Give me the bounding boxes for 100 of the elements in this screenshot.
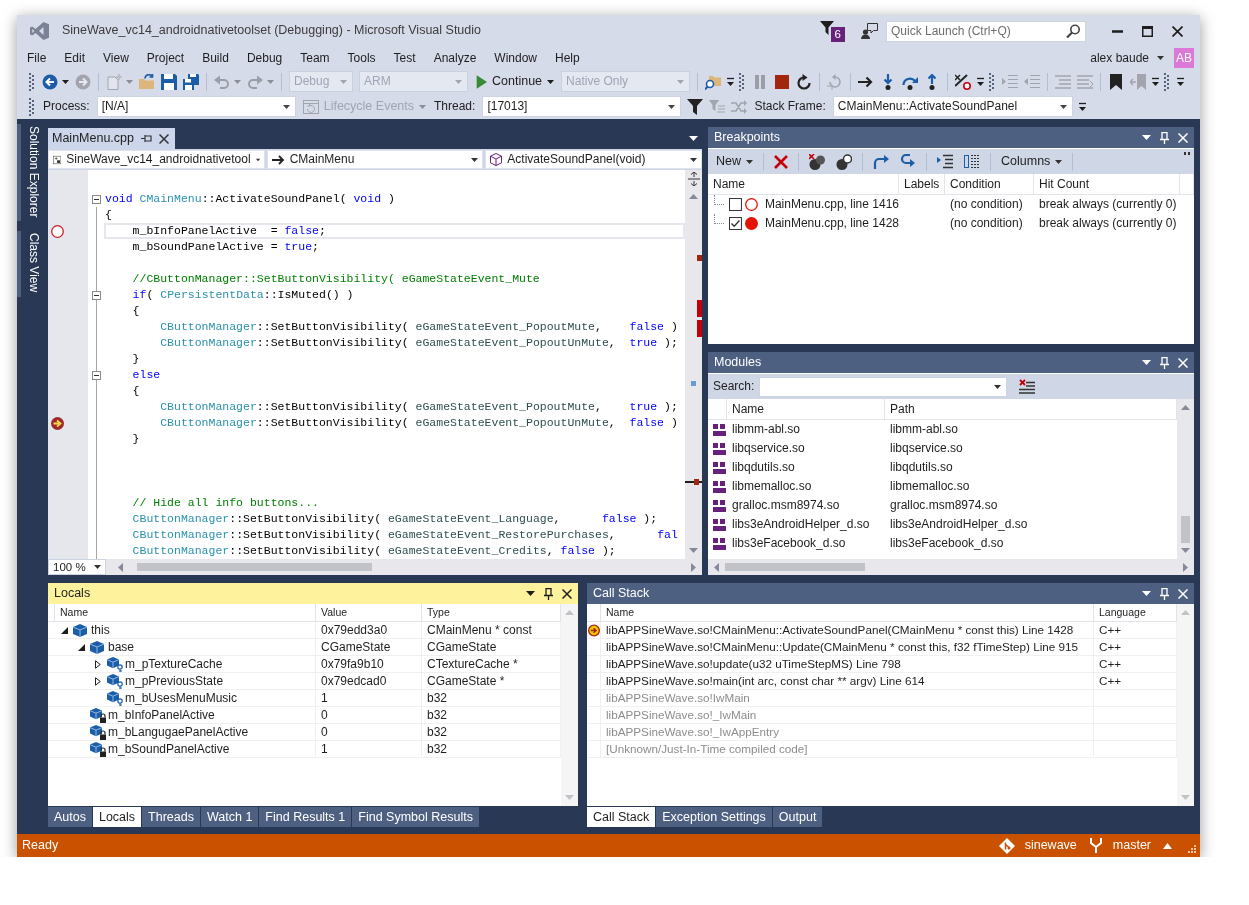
column-header[interactable]: Labels [899,174,945,194]
navigation-dropdown[interactable]: CMainMenu [266,150,484,169]
panel-tab[interactable]: Watch 1 [200,807,259,827]
dropdown-caret-icon[interactable] [1142,135,1151,140]
column-header[interactable]: Name [55,604,316,621]
minimize-icon[interactable] [1111,29,1123,33]
stack-frame[interactable]: libAPPSineWave.so!update(u32 uTimeStepMS) Line 798 [601,656,1094,672]
play-icon[interactable] [475,73,487,90]
menu-item[interactable]: View [94,48,138,68]
up-triangle-icon[interactable] [1163,842,1172,849]
menu-item[interactable]: Debug [237,48,292,68]
breakpoint-slash-icon[interactable] [955,73,972,90]
caret-icon[interactable] [1055,159,1063,164]
dropdown-caret-icon[interactable] [526,591,535,596]
scrollbar-thumb[interactable] [137,563,372,571]
panel-tab[interactable]: Find Results 1 [259,807,352,827]
expanded-triangle-icon[interactable] [78,643,85,651]
vertical-scrollbar[interactable] [685,170,702,559]
caret-icon[interactable] [994,384,1002,389]
save-all-icon[interactable] [183,73,199,90]
scroll-left-arrow-icon[interactable] [118,562,123,572]
scroll-right-arrow-icon[interactable] [1183,562,1188,572]
stack-frame[interactable]: [Unknown/Just-In-Time compiled code] [601,741,1094,757]
collapsed-triangle-icon[interactable] [95,659,101,669]
branch-icon[interactable] [1088,838,1103,853]
pin-icon[interactable] [141,134,152,143]
toolbar-grip[interactable] [989,72,995,91]
restart-icon[interactable] [796,73,813,90]
caret-icon[interactable] [1157,56,1164,60]
zoom-dropdown[interactable]: 100 % [48,559,106,575]
toolbar-grip[interactable] [29,97,34,116]
caret-icon[interactable] [1059,104,1067,109]
new-button[interactable]: New [712,150,757,173]
breakpoint-location[interactable]: MainMenu.cpp, line 1416 [764,197,899,212]
clear-search-icon[interactable] [1019,378,1036,395]
close-icon[interactable] [159,133,169,144]
scroll-right-arrow-icon[interactable] [691,562,696,572]
person-speech-icon[interactable] [861,23,878,39]
delete-icon[interactable] [774,154,788,169]
process-dropdown[interactable]: [N/A] [96,96,296,117]
search-field[interactable] [759,376,1008,397]
folder-search-icon[interactable] [705,73,722,90]
git-diamond-icon[interactable] [998,837,1015,854]
panel-tab[interactable]: Autos [48,807,92,827]
column-header[interactable]: Name [727,399,885,419]
panel-tab[interactable]: Output [772,807,823,827]
dropdown-caret-icon[interactable] [1142,591,1151,596]
hook-arrow-icon[interactable] [900,153,916,170]
caret-icon[interactable] [547,79,555,84]
stack-frame-dropdown[interactable]: CMainMenu::ActivateSoundPanel [832,96,1073,117]
continue-button[interactable]: Continue [471,70,559,93]
pin-icon[interactable] [544,587,553,600]
checkbox[interactable] [729,198,742,211]
quick-launch-field[interactable]: Quick Launch (Ctrl+Q) [886,20,1086,42]
vertical-scrollbar[interactable] [1177,399,1194,559]
column-header[interactable]: Hit Count [1034,174,1180,194]
menu-item[interactable]: Test [384,48,425,68]
expanded-triangle-icon[interactable] [61,626,68,634]
stack-frame[interactable]: libAPPSineWave.so!CMainMenu::ActivateSoundPanel(CMainMenu * const this) Line 1428 [601,622,1094,638]
navigation-dropdown[interactable]: ActivateSoundPanel(void) [485,150,702,169]
caret-icon[interactable] [690,157,697,162]
caret-icon[interactable] [471,157,479,162]
collapse-icon[interactable] [91,290,101,300]
branch-name[interactable]: master [1112,837,1151,854]
right-arrow-icon[interactable] [271,154,285,165]
funnel-icon[interactable] [819,20,834,35]
split-icon[interactable] [687,172,700,186]
menu-item[interactable]: Help [546,48,589,68]
search-icon[interactable] [1066,23,1080,38]
column-header[interactable]: Condition [945,174,1034,194]
menu-item[interactable]: Analyze [424,48,486,68]
filter-icon[interactable] [687,98,704,115]
horizontal-scrollbar[interactable] [708,559,1194,575]
toolbar-overflow-icon[interactable] [977,76,985,87]
panel-tab[interactable]: Locals [92,807,142,827]
scroll-left-arrow-icon[interactable] [714,562,719,572]
save-icon[interactable] [161,73,177,90]
collapsed-triangle-icon[interactable] [95,676,101,686]
collapse-icon[interactable] [91,194,101,204]
open-folder-icon[interactable] [139,73,155,90]
document-tab[interactable]: MainMenu.cpp [48,128,175,149]
panel-tab[interactable]: Exception Settings [656,807,772,827]
panel-tab[interactable]: Find Symbol Results [352,807,479,827]
breakpoint-arrow-icon[interactable] [51,416,64,430]
caret-icon[interactable] [255,157,260,162]
collapse-icon[interactable] [91,370,101,380]
overflow-icon[interactable] [1184,152,1190,155]
list-lines-icon[interactable] [964,154,980,169]
menu-item[interactable]: File [18,48,56,68]
close-icon[interactable] [562,588,572,599]
menu-item[interactable]: Tools [338,48,385,68]
toolbar-overflow-icon[interactable] [1152,76,1160,87]
caret-icon[interactable] [668,104,676,109]
scroll-down-arrow-icon[interactable] [689,548,698,553]
notification-count[interactable]: 6 [830,26,845,42]
column-header[interactable]: Name [601,604,1094,621]
indent-lines-icon[interactable] [937,154,953,169]
circles-icon[interactable] [836,153,852,170]
repository-name[interactable]: sinewave [1024,837,1077,854]
close-icon[interactable] [1171,25,1183,37]
